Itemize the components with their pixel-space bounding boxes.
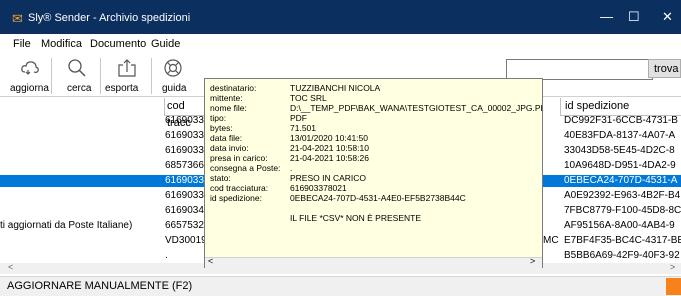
magnifier-icon: [68, 59, 86, 77]
field-label: data invio:: [210, 143, 249, 153]
cell-id: A0E92392-E963-4B2F-B4: [564, 190, 681, 201]
field-label: consegna a Poste:: [210, 163, 281, 173]
column-header-cod[interactable]: cod tracc: [164, 98, 207, 129]
status-note: ti aggiornati da Poste Italiane): [0, 220, 133, 231]
field-label: destinatario:: [210, 83, 257, 93]
guide-button[interactable]: guida: [156, 56, 196, 96]
cell-id: 33043D58-5E45-4D2C-8: [564, 145, 675, 156]
cell-cod: 61690337: [165, 175, 204, 186]
cell-cod: .: [165, 250, 168, 261]
field-value: TUZZIBANCHI NICOLA: [290, 83, 381, 93]
cell-id: AF95156A-8A00-4AB4-9: [564, 220, 675, 231]
menu-modifica[interactable]: Modifica: [41, 38, 82, 50]
field-value: 21-04-2021 10:58:10: [290, 143, 369, 153]
field-value: PRESO IN CARICO: [290, 173, 367, 183]
minimize-button[interactable]: —: [600, 9, 613, 24]
field-value: TOC SRL: [290, 93, 327, 103]
scroll-left-icon[interactable]: <: [208, 256, 213, 266]
field-value: 71.501: [290, 123, 316, 133]
field-value: PDF: [290, 113, 307, 123]
menu-documento[interactable]: Documento: [90, 38, 146, 50]
field-label: id spedizione:: [210, 193, 262, 203]
cell-cod: VD30019: [165, 235, 204, 246]
field-label: presa in carico:: [210, 153, 268, 163]
cell-id: DC992F31-6CCB-4731-B: [564, 115, 678, 126]
cell-cod: 68573660: [165, 160, 204, 171]
maximize-button[interactable]: ☐: [628, 9, 640, 25]
guide-label: guida: [162, 83, 187, 94]
toolbar-divider: [151, 58, 152, 94]
field-label: cod tracciatura:: [210, 183, 269, 193]
lifebuoy-icon: [164, 59, 182, 77]
status-text: AGGIORNARE MANUALMENTE (F2): [7, 280, 193, 292]
cell-cod: 61690346: [165, 205, 204, 216]
field-label: data file:: [210, 133, 243, 143]
scroll-left-icon[interactable]: <: [8, 262, 13, 272]
field-value: 21-04-2021 10:58:26: [290, 153, 369, 163]
app-icon: ✉: [12, 11, 23, 26]
cell-mc: MC: [543, 235, 559, 246]
refresh-label: aggiorna: [10, 83, 49, 94]
cell-cod: 66575325: [165, 220, 204, 231]
field-value: 616903378021: [290, 183, 347, 193]
field-label: stato:: [210, 173, 231, 183]
cell-id: 7FBC8779-F100-45D8-8C: [564, 205, 681, 216]
search-input[interactable]: [506, 59, 653, 80]
export-icon: [118, 59, 136, 77]
search-tool-button[interactable]: cerca: [55, 56, 99, 96]
cell-id: E7BF4F35-BC4C-4317-BE: [564, 235, 681, 246]
cell-cod: 61690337: [165, 190, 204, 201]
field-label: nome file:: [210, 103, 247, 113]
field-value: .: [290, 163, 293, 173]
field-label: tipo:: [210, 113, 227, 123]
cell-id: 0EBECA24-707D-4531-A: [564, 175, 678, 186]
cell-id: 10A9648D-D951-4DA2-9: [564, 160, 676, 171]
toolbar-divider: [51, 58, 52, 94]
cell-cod: 61690334: [165, 115, 204, 126]
cell-cod: 61690337: [165, 145, 204, 156]
field-value: D:\__TEMP_PDF\BAK_WANA\TESTGIOTEST_CA_00…: [290, 103, 542, 113]
menu-file[interactable]: File: [13, 38, 31, 50]
refresh-button[interactable]: aggiorna: [8, 56, 50, 96]
tooltip-scrollbar[interactable]: [205, 257, 542, 268]
cell-id: 40E83FDA-8137-4A07-A: [564, 130, 676, 141]
tooltip-content: destinatario: TUZZIBANCHI NICOLA mittent…: [205, 79, 542, 257]
scroll-right-icon[interactable]: >: [530, 256, 535, 266]
find-button[interactable]: trova: [648, 59, 681, 78]
menu-guide[interactable]: Guide: [151, 38, 180, 50]
column-header-id[interactable]: id spedizione: [560, 98, 681, 116]
search-tool-label: cerca: [67, 83, 92, 94]
field-value: 13/01/2020 10:41:50: [290, 133, 368, 143]
cloud-refresh-icon: [21, 61, 39, 75]
status-indicator: [666, 278, 681, 295]
cell-cod: 61690337: [165, 130, 204, 141]
toolbar-divider: [100, 58, 101, 94]
field-label: bytes:: [210, 123, 233, 133]
window-title: Sly® Sender - Archivio spedizioni: [28, 12, 191, 24]
export-button[interactable]: esporta: [103, 56, 149, 96]
field-label: mittente:: [210, 93, 243, 103]
cell-id: B5BB6A69-42F9-40F3-92: [564, 250, 680, 261]
field-value: 0EBECA24-707D-4531-A4E0-EF5B2738B44C: [290, 193, 466, 203]
close-button[interactable]: ✕: [662, 9, 673, 25]
scroll-right-icon[interactable]: >: [670, 262, 675, 272]
csv-note: IL FILE *CSV* NON È PRESENTE: [290, 213, 421, 223]
export-label: esporta: [105, 83, 139, 94]
